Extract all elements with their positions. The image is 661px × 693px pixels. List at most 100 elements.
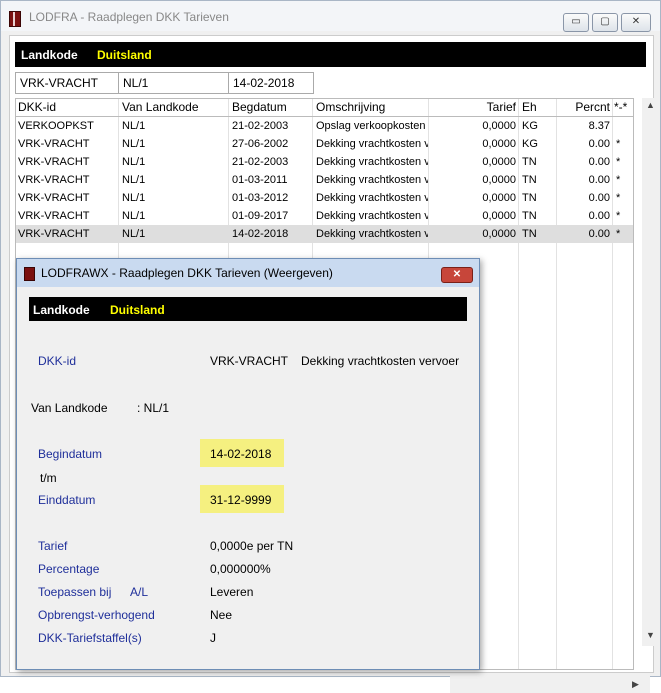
detail-dialog: LODFRAWX - Raadplegen DKK Tarieven (Weer… [16,258,480,670]
close-icon: ✕ [452,269,462,280]
dkk-id-label: DKK-id [38,354,77,368]
col-header-marker[interactable]: *-* [614,99,633,117]
cell-percnt: 0.00 [588,210,610,222]
dialog-title-bar[interactable]: LODFRAWX - Raadplegen DKK Tarieven (Weer… [17,259,479,287]
window-title: LODFRA - Raadplegen DKK Tarieven [29,10,229,24]
close-button[interactable]: ✕ [621,13,651,32]
col-header-van-landkode[interactable]: Van Landkode [122,99,228,117]
cell-van-landkode: NL/1 [122,120,146,132]
van-landkode-label: Van Landkode [31,401,108,415]
cell-tarief: 0,0000 [482,138,516,150]
col-header-begdatum[interactable]: Begdatum [232,99,312,117]
col-header-tarief[interactable]: Tarief [428,99,516,117]
cell-begdatum: 01-09-2017 [232,210,289,222]
einddatum-label: Einddatum [38,493,96,507]
dialog-app-icon [24,267,35,281]
cell-eh: TN [522,210,537,222]
minimize-button[interactable]: ▭ [563,13,589,32]
begindatum-value: 14-02-2018 [210,447,272,461]
tariefstaffel-label: DKK-Tariefstaffel(s) [38,631,142,645]
cell-dkk-id: VRK-VRACHT [18,210,90,222]
table-row[interactable]: VRK-VRACHT NL/1 01-03-2011 Dekking vrachtko… [16,171,633,189]
scroll-right-icon[interactable]: ▶ [632,679,639,690]
cell-omschrijving: Dekking vrachtkosten v [316,210,428,222]
cell-tarief: 0,0000 [482,120,516,132]
toepassen-value: Leveren [210,585,254,599]
cell-tarief: 0,0000 [482,156,516,168]
toepassen-al-label: A/L [130,585,149,599]
dialog-landkode-value: Duitsland [110,303,165,317]
close-icon: ✕ [631,16,641,27]
horizontal-scrollbar[interactable]: ▶ [450,676,650,693]
cell-marker: * [616,192,621,204]
col-header-dkk-id[interactable]: DKK-id [18,99,118,117]
cell-omschrijving: Dekking vrachtkosten v [316,228,428,240]
table-row[interactable]: VRK-VRACHT NL/1 01-03-2012 Dekking vrachtko… [16,189,633,207]
filter-begdatum[interactable]: 14-02-2018 [228,72,314,94]
col-header-eh[interactable]: Eh [522,99,556,117]
cell-percnt: 8.37 [588,120,610,132]
cell-van-landkode: NL/1 [122,174,146,186]
minimize-icon: ▭ [571,16,581,27]
table-row[interactable]: VRK-VRACHT NL/1 27-06-2002 Dekking vrachtko… [16,135,633,153]
percentage-value: 0,000000% [210,562,271,576]
scroll-down-icon[interactable]: ▼ [646,630,655,640]
van-landkode-value: : NL/1 [137,401,170,415]
table-row[interactable]: VRK-VRACHT NL/1 01-09-2017 Dekking vrachtko… [16,207,633,225]
dkk-id-description: Dekking vrachtkosten vervoer [301,354,460,368]
cell-eh: TN [522,156,537,168]
dialog-body: Landkode Duitsland DKK-id VRK-VRACHT Dek… [21,289,473,661]
title-bar[interactable]: LODFRA - Raadplegen DKK Tarieven ▭ ▢ ✕ [1,1,660,32]
dkk-id-value: VRK-VRACHT [210,354,289,368]
cell-dkk-id: VRK-VRACHT [18,192,90,204]
col-header-percnt[interactable]: Percnt [556,99,610,117]
cell-marker [616,117,633,135]
dialog-landkode-bar: Landkode Duitsland [29,297,467,321]
dialog-title: LODFRAWX - Raadplegen DKK Tarieven (Weer… [41,266,333,280]
tariefstaffel-value: J [210,631,216,645]
einddatum-value: 31-12-9999 [210,493,272,507]
cell-eh: TN [522,228,537,240]
dialog-landkode-label: Landkode [33,303,90,317]
cell-tarief: 0,0000 [482,174,516,186]
cell-percnt: 0.00 [588,174,610,186]
cell-begdatum: 21-02-2003 [232,120,289,132]
filter-dkk-id[interactable]: VRK-VRACHT [15,72,119,94]
dialog-close-button[interactable]: ✕ [441,267,473,283]
toepassen-label: Toepassen bij [38,585,112,599]
tarief-label: Tarief [38,539,68,553]
table-row[interactable]: VERKOOPKST NL/1 21-02-2003 Opslag verkoopko… [16,117,633,135]
cell-percnt: 0.00 [588,192,610,204]
landkode-label: Landkode [21,48,78,62]
cell-tarief: 0,0000 [482,192,516,204]
cell-omschrijving: Dekking vrachtkosten v [316,192,428,204]
opbrengst-label: Opbrengst-verhogend [38,608,155,622]
table-row[interactable]: VRK-VRACHT NL/1 21-02-2003 Dekking vrachtko… [16,153,633,171]
cell-percnt: 0.00 [588,228,610,240]
tm-label: t/m [40,471,57,485]
cell-dkk-id: VRK-VRACHT [18,174,90,186]
cell-tarief: 0,0000 [482,228,516,240]
cell-marker: * [616,228,621,240]
col-header-omschrijving[interactable]: Omschrijving [316,99,428,117]
cell-van-landkode: NL/1 [122,228,146,240]
cell-dkk-id: VERKOOPKST [18,120,94,132]
maximize-button[interactable]: ▢ [592,13,618,32]
cell-omschrijving: Dekking vrachtkosten v [316,138,428,150]
tarief-value: 0,0000e per TN [210,539,294,553]
cell-eh: TN [522,174,537,186]
cell-omschrijving: Dekking vrachtkosten v [316,156,428,168]
table-row[interactable]: VRK-VRACHT NL/1 14-02-2018 Dekking vrachtko… [16,225,633,243]
cell-percnt: 0.00 [588,156,610,168]
cell-omschrijving: Opslag verkoopkosten [316,120,426,132]
cell-eh: TN [522,192,537,204]
cell-begdatum: 27-06-2002 [232,138,289,150]
cell-begdatum: 14-02-2018 [232,228,289,240]
scroll-up-icon[interactable]: ▲ [646,100,655,110]
percentage-label: Percentage [38,562,100,576]
begindatum-label: Begindatum [38,447,103,461]
vertical-scrollbar[interactable]: ▲ ▼ [642,98,659,646]
cell-van-landkode: NL/1 [122,138,146,150]
cell-van-landkode: NL/1 [122,192,146,204]
filter-van-landkode[interactable]: NL/1 [118,72,229,94]
